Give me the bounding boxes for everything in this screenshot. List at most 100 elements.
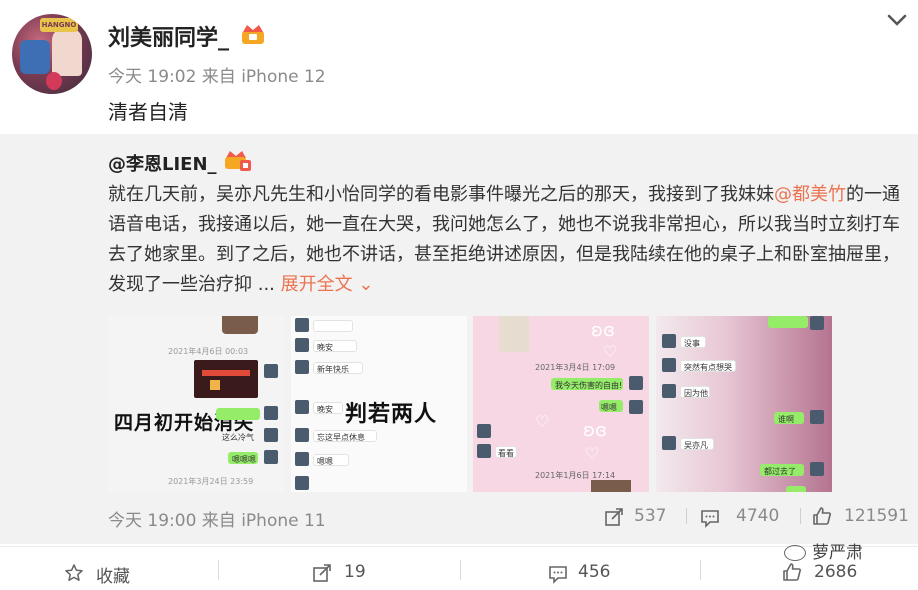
action-bar [0, 546, 918, 590]
chat-avatar [810, 316, 824, 330]
repost-body-text-1: 就在几天前，吴亦凡先生和小怡同学的看电影事件曝光之后的那天，我接到了我妹妹 [108, 184, 774, 205]
chat-bubble-text: 嗯嗯嗯 [232, 455, 256, 464]
image-thumbnail-4[interactable]: 没事 突然有点想哭 因为他 谁啊 吴亦凡 都过去了 [656, 316, 832, 492]
favorite-button[interactable]: 收藏 [96, 562, 130, 587]
divider [686, 508, 687, 524]
chat-avatar [295, 400, 309, 414]
comment-icon[interactable] [548, 564, 568, 584]
image-thumbnail-3[interactable]: ʚɞ ♡ 2021年3月4日 17:09 我今天伤害的自由! 嗯嗯 ♡ ʚɞ 看… [473, 316, 649, 492]
like-icon[interactable] [812, 506, 832, 526]
chat-avatar [810, 410, 824, 424]
chat-avatar [662, 384, 676, 398]
chat-avatar [662, 358, 676, 372]
chat-avatar [810, 462, 824, 476]
chat-bubble-text: 谁啊 [778, 415, 794, 424]
comment-icon[interactable] [700, 508, 720, 528]
chat-timestamp: 2021年4月6日 00:03 [168, 347, 249, 356]
post-meta: 今天 19:02 来自 iPhone 12 [108, 67, 326, 87]
chat-avatar [264, 428, 278, 442]
chat-bubble-text: 我今天伤害的自由! [555, 381, 623, 390]
chat-avatar [629, 376, 643, 390]
like-icon[interactable] [782, 562, 802, 582]
watermark-text: 萝严肃 [812, 543, 863, 563]
vip-crown-icon [242, 25, 264, 44]
comment-button-count[interactable]: 456 [578, 562, 610, 582]
vip-badge-icon [225, 151, 251, 171]
chat-bubble-text: 忘这早点休息 [317, 433, 365, 442]
like-button-count[interactable]: 2686 [814, 562, 857, 582]
repost-author[interactable]: @李恩LIEN_ [108, 150, 217, 176]
repost-button-count[interactable]: 19 [344, 562, 366, 582]
mention-link[interactable]: @都美竹 [774, 184, 846, 205]
chat-bubble-text: 看看 [498, 449, 514, 458]
chat-bubble-text: 嗯嗯 [601, 403, 617, 412]
chat-avatar [295, 428, 309, 442]
divider [218, 560, 219, 580]
heart-icon: ♡ [585, 444, 600, 463]
comment-count[interactable]: 4740 [736, 506, 779, 526]
like-count[interactable]: 121591 [844, 506, 909, 526]
expand-link[interactable]: 展开全文 ⌄ [281, 274, 374, 295]
avatar-text: HANGNO [40, 18, 78, 32]
avatar-figure [20, 40, 50, 74]
avatar[interactable]: HANGNO [12, 14, 92, 94]
chat-avatar [295, 338, 309, 352]
image-thumbnail-2[interactable]: 晚安 新年快乐 判若两人 晚安 忘这早点休息 嗯嗯 [291, 316, 467, 492]
photo-light [202, 370, 250, 376]
chat-avatar [264, 450, 278, 464]
thumbnail-caption: 判若两人 [345, 402, 438, 427]
share-icon[interactable] [604, 507, 624, 527]
chat-timestamp: 2021年3月24日 23:59 [168, 477, 254, 486]
star-icon[interactable] [64, 563, 84, 583]
chat-avatar [295, 318, 309, 332]
chat-bubble [313, 320, 353, 332]
avatar-face [52, 28, 82, 76]
chat-bubble-text: 突然有点想哭 [684, 363, 732, 372]
share-icon[interactable] [312, 563, 332, 583]
wechat-icon [784, 545, 806, 561]
chat-avatar [264, 406, 278, 420]
chat-avatar [477, 424, 491, 438]
post-author[interactable]: 刘美丽同学_ [108, 20, 229, 52]
heart-icon: ♡ [603, 342, 618, 361]
chat-bubble-text: 都过去了 [764, 467, 796, 476]
chat-bubble-text: 新年快乐 [317, 365, 349, 374]
heart-icon: ♡ [535, 412, 550, 431]
expand-label: 展开全文 [280, 274, 353, 295]
chat-bubble [786, 486, 806, 492]
chat-bubble-text: 因为他 [684, 389, 708, 398]
post-text: 清者自清 [108, 100, 188, 124]
divider [800, 508, 801, 524]
divider [460, 560, 461, 580]
chat-bubble [216, 408, 260, 420]
photo-fragment [499, 316, 529, 352]
chat-bubble [768, 316, 808, 328]
photo-bubble [194, 360, 258, 398]
chat-avatar [662, 436, 676, 450]
image-gallery: 2021年4月6日 00:03 四月初开始消失 这么冷气 嗯嗯嗯 2021年3月… [108, 316, 832, 492]
bunny-icon: ʚɞ [591, 320, 615, 341]
avatar-detail [46, 72, 62, 90]
chat-avatar [662, 334, 676, 348]
chat-avatar [295, 360, 309, 374]
chat-bubble-text: 晚安 [317, 343, 333, 352]
repost-count[interactable]: 537 [634, 506, 666, 526]
chat-bubble-text: 晚安 [317, 405, 333, 414]
photo-fragment [591, 480, 631, 492]
chat-timestamp: 2021年3月4日 17:09 [535, 363, 616, 372]
repost-body: 就在几天前，吴亦凡先生和小怡同学的看电影事件曝光之后的那天，我接到了我妹妹@都美… [108, 180, 908, 300]
chat-bubble-text: 吴亦凡 [684, 441, 708, 450]
divider [700, 560, 701, 580]
watermark: 萝严肃 [784, 538, 863, 563]
chat-avatar [264, 364, 278, 378]
chat-bubble-text: 没事 [684, 339, 700, 348]
chat-avatar [295, 452, 309, 466]
chevron-down-icon[interactable] [886, 12, 908, 28]
image-thumbnail-1[interactable]: 2021年4月6日 00:03 四月初开始消失 这么冷气 嗯嗯嗯 2021年3月… [108, 316, 284, 492]
chat-bubble-text: 这么冷气 [222, 433, 254, 442]
chat-avatar [477, 444, 491, 458]
repost-meta: 今天 19:00 来自 iPhone 11 [108, 511, 326, 531]
chat-avatar [629, 400, 643, 414]
bunny-icon: ʚɞ [583, 420, 607, 441]
chat-bubble-text: 嗯嗯 [317, 457, 333, 466]
